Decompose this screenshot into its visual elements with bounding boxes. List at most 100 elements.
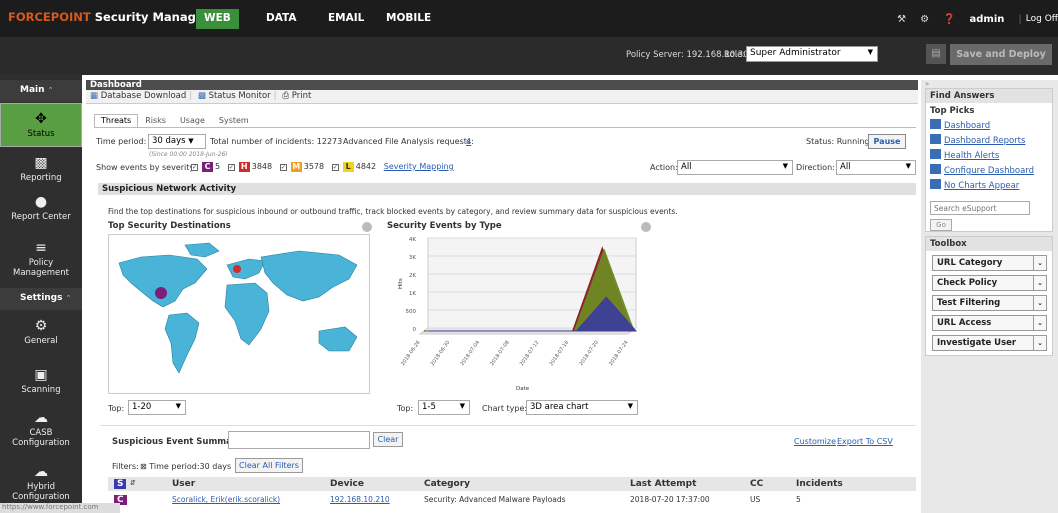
user-name[interactable]: admin <box>970 14 1005 25</box>
tool-url-access[interactable]: URL Access ⌄ <box>932 315 1047 331</box>
top-left-select[interactable]: 1-20 ▼ <box>128 400 186 415</box>
book-icon <box>930 134 941 144</box>
row-device-link[interactable]: 192.168.10.210 <box>330 495 390 504</box>
x-tick-label: 2018-07-12 <box>519 340 541 367</box>
top-left-value: 1-20 <box>132 402 152 412</box>
hotspot-north-america[interactable] <box>155 287 167 299</box>
australia-shape <box>318 326 358 352</box>
top-right-value: 1-5 <box>422 402 436 412</box>
action-select[interactable]: All ▼ <box>677 160 793 175</box>
tool-check-policy[interactable]: Check Policy ⌄ <box>932 275 1047 291</box>
nav-casb[interactable]: ☁ CASB Configuration <box>0 408 82 454</box>
afa-link[interactable]: 4 <box>466 137 471 146</box>
role-select[interactable]: Super Administrator ▼ <box>746 46 878 62</box>
nav-general[interactable]: ⚙ General <box>0 316 82 354</box>
chart-type-label: Chart type: <box>482 404 528 413</box>
world-map[interactable] <box>108 234 370 394</box>
nav-hybrid[interactable]: ☁ Hybrid Configuration <box>0 462 82 502</box>
save-deploy-button[interactable]: Save and Deploy <box>950 44 1052 65</box>
pick-dashboard-reports[interactable]: Dashboard Reports <box>930 134 1025 146</box>
tools-icon[interactable]: ⚒ <box>897 14 906 25</box>
tab-usage[interactable]: Usage <box>173 114 212 128</box>
nav-section-settings[interactable]: Settings ⌃ <box>0 288 82 310</box>
col-severity[interactable]: S <box>114 479 127 489</box>
tab-mobile[interactable]: MOBILE <box>378 9 439 29</box>
policy-bar <box>0 37 1058 75</box>
greenland-shape <box>184 242 220 258</box>
since-note: (Since 00:00 2018-Jun-26) <box>149 151 228 158</box>
col-cc[interactable]: CC <box>750 479 763 489</box>
settings-dot-icon[interactable] <box>641 222 651 232</box>
severity-c-count: 5 <box>215 162 221 171</box>
severity-c-checkbox[interactable]: ✓ <box>191 164 198 171</box>
print-link[interactable]: Print <box>292 91 312 101</box>
logoff-link[interactable]: Log Off <box>1026 14 1058 24</box>
x-tick-label: 2018-07-24 <box>608 340 630 367</box>
col-device[interactable]: Device <box>330 479 364 489</box>
pending-changes-icon[interactable]: ▤ <box>926 44 946 64</box>
tab-risks[interactable]: Risks <box>138 114 173 128</box>
severity-m-checkbox[interactable]: ✓ <box>279 164 287 171</box>
clear-all-filters-button[interactable]: Clear All Filters <box>235 458 303 473</box>
status-monitor-link[interactable]: Status Monitor <box>209 91 271 101</box>
esupport-search-input[interactable] <box>930 201 1030 215</box>
nav-policy-management[interactable]: ≡ Policy Management <box>0 236 82 282</box>
pick-health-alerts[interactable]: Health Alerts <box>930 149 999 161</box>
col-category[interactable]: Category <box>424 479 470 489</box>
row-last-attempt: 2018-07-20 17:37:00 <box>630 495 710 504</box>
status-text: Status: Running <box>806 137 870 146</box>
export-csv-link[interactable]: Export To CSV <box>837 437 893 446</box>
clear-button[interactable]: Clear <box>373 432 403 447</box>
hotspot-europe[interactable] <box>233 265 241 273</box>
col-last-attempt[interactable]: Last Attempt <box>630 479 696 489</box>
customize-link[interactable]: Customize <box>794 437 836 446</box>
sort-icon[interactable]: ⇵ <box>130 479 136 487</box>
close-icon[interactable]: ⊠ <box>140 462 147 471</box>
tab-system[interactable]: System <box>212 114 256 128</box>
nav-report-center[interactable]: ● Report Center <box>0 190 82 228</box>
nav-status[interactable]: ✥ Status <box>0 103 82 147</box>
col-incidents[interactable]: Incidents <box>796 479 843 489</box>
collapse-icon[interactable]: » <box>925 80 929 88</box>
nav-scanning[interactable]: ▣ Scanning <box>0 365 82 403</box>
summary-search-input[interactable] <box>228 431 370 449</box>
brand-prefix: FORCEPOINT <box>8 10 91 24</box>
severity-h-checkbox[interactable]: ✓ <box>227 164 235 171</box>
db-download-link[interactable]: Database Download <box>101 91 187 101</box>
help-icon[interactable]: ❓ <box>943 14 955 25</box>
top-right-select[interactable]: 1-5 ▼ <box>418 400 470 415</box>
chart-type-select[interactable]: 3D area chart ▼ <box>526 400 638 415</box>
tab-email[interactable]: EMAIL <box>320 9 372 29</box>
tool-test-filtering[interactable]: Test Filtering ⌄ <box>932 295 1047 311</box>
pick-configure-dashboard[interactable]: Configure Dashboard <box>930 164 1034 176</box>
pause-button[interactable]: Pause <box>868 134 906 149</box>
tab-threats[interactable]: Threats <box>94 114 139 128</box>
nav-policy-label: Policy Management <box>13 258 69 278</box>
nav-status-label: Status <box>27 129 55 139</box>
tool-url-category[interactable]: URL Category ⌄ <box>932 255 1047 271</box>
tab-data[interactable]: DATA <box>258 9 305 29</box>
chevron-down-icon: ▼ <box>188 137 194 145</box>
nav-section-main-label: Main <box>20 85 45 95</box>
table-row[interactable]: C Scoralick, Erik(erik.scoralick) 192.16… <box>108 493 916 507</box>
gear-icon[interactable]: ⚙ <box>920 14 929 25</box>
nav-reporting[interactable]: ▩ Reporting <box>0 151 82 189</box>
time-period-select[interactable]: 30 days ▼ <box>148 134 206 149</box>
severity-l-checkbox[interactable]: ✓ <box>331 164 339 171</box>
direction-select[interactable]: All ▼ <box>836 160 916 175</box>
col-user[interactable]: User <box>172 479 195 489</box>
row-incidents: 5 <box>796 495 801 504</box>
events-chart[interactable]: 4K 3K 2K 1K 500 0 Hits 2018-06-26 2018-06-30 2018… <box>398 234 640 394</box>
settings-dot-icon[interactable] <box>362 222 372 232</box>
x-tick-label: 2018-06-30 <box>430 340 452 367</box>
events-chart-svg: 4K 3K 2K 1K 500 0 Hits 2018-06-26 2018-06-30 2018… <box>398 237 638 392</box>
row-user-link[interactable]: Scoralick, Erik(erik.scoralick) <box>172 495 280 504</box>
go-button[interactable]: Go <box>930 219 952 231</box>
pick-dashboard[interactable]: Dashboard <box>930 119 990 131</box>
pick-no-charts[interactable]: No Charts Appear <box>930 179 1019 191</box>
nav-section-main[interactable]: Main ⌃ <box>0 80 82 102</box>
tool-investigate-user[interactable]: Investigate User ⌄ <box>932 335 1047 351</box>
tab-web[interactable]: WEB <box>196 9 239 29</box>
filter-chip[interactable]: ⊠ Time period:30 days <box>140 462 231 471</box>
severity-mapping-link[interactable]: Severity Mapping <box>384 162 454 171</box>
